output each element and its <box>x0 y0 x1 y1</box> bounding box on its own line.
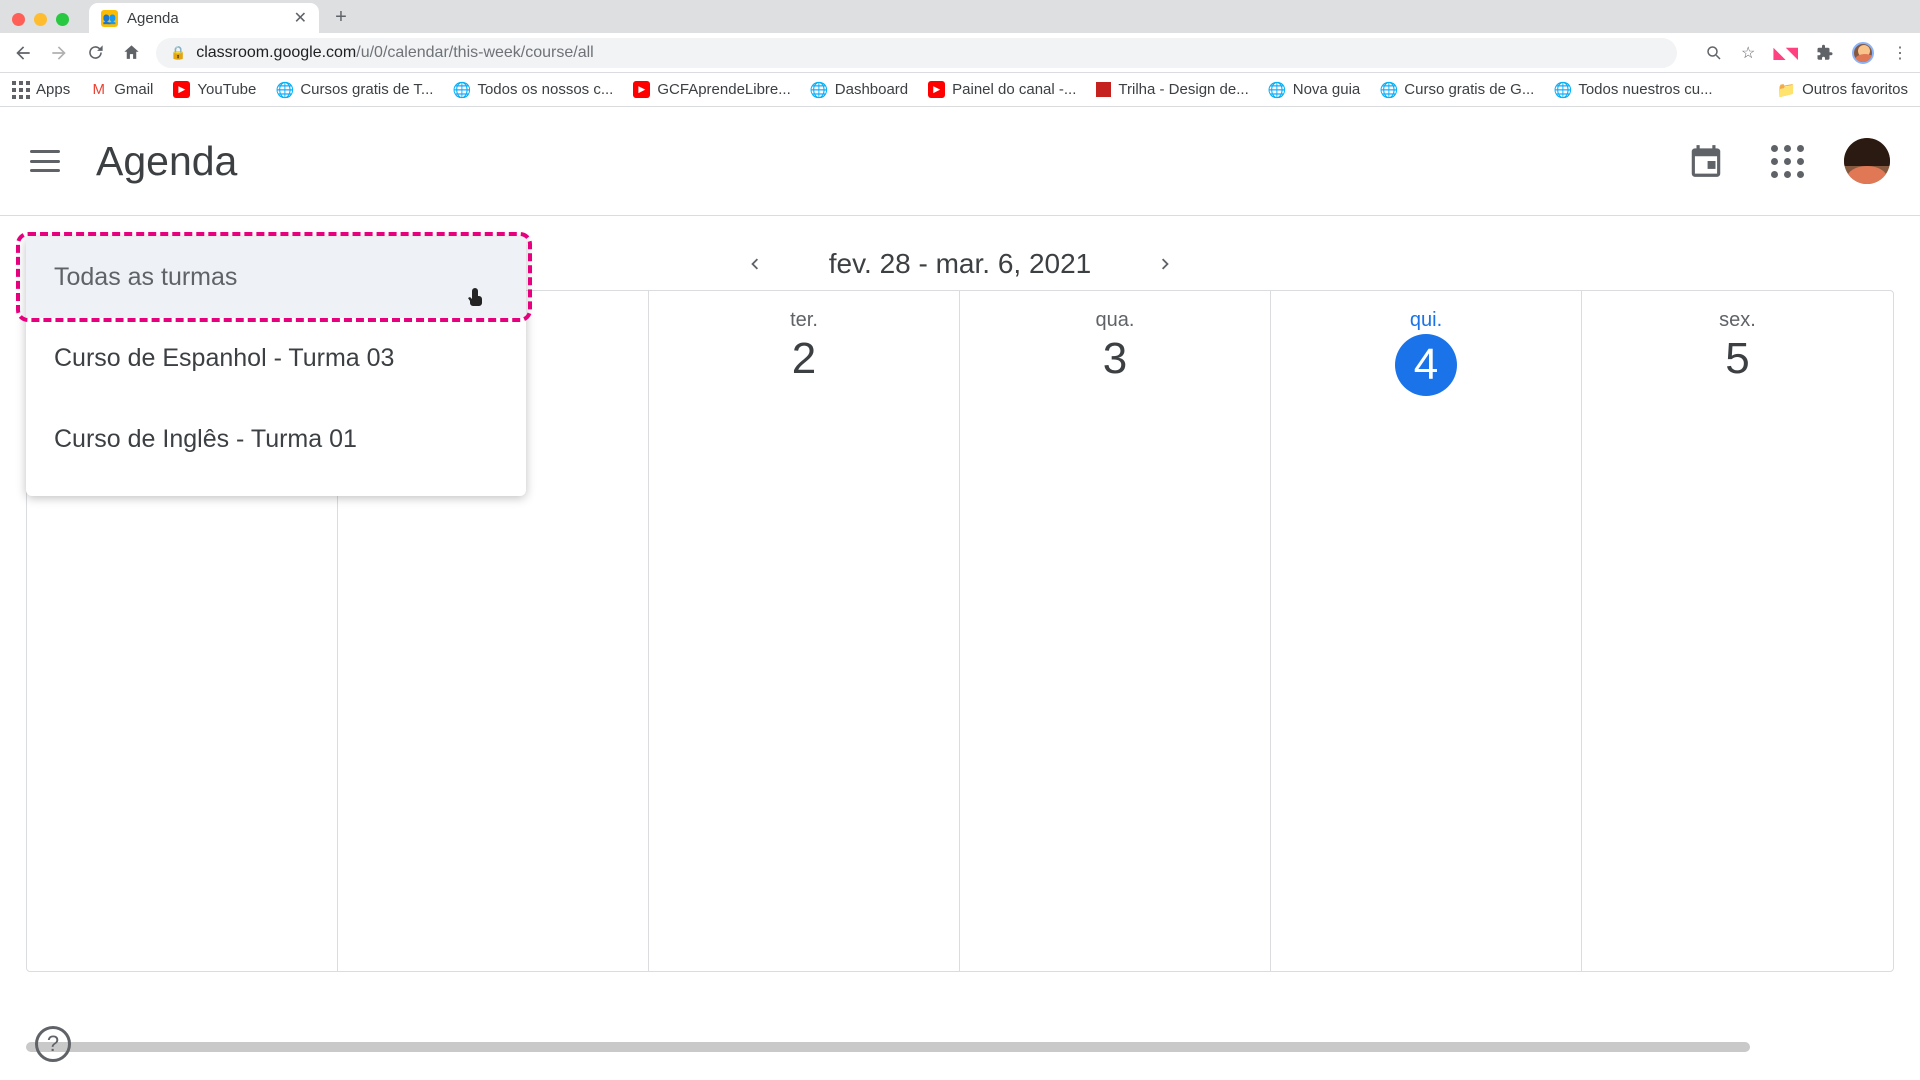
bookmark-gmail[interactable]: MGmail <box>90 81 153 98</box>
dropdown-item-all-classes[interactable]: Todas as turmas <box>26 237 526 318</box>
tab-title: Agenda <box>127 10 179 27</box>
bookmark-item-2[interactable]: 🌐Cursos gratis de T... <box>276 81 433 98</box>
help-button[interactable]: ? <box>35 1026 71 1062</box>
bookmark-item-9[interactable]: 🌐Curso gratis de G... <box>1380 81 1534 98</box>
folder-icon: 📁 <box>1778 81 1795 98</box>
next-week-button[interactable] <box>1151 249 1181 279</box>
bookmark-item-6[interactable]: ▶Painel do canal -... <box>928 81 1076 98</box>
tab-close-icon[interactable]: ✕ <box>294 8 307 28</box>
calendar-today-icon[interactable] <box>1687 142 1725 180</box>
bookmark-item-5[interactable]: 🌐Dashboard <box>811 81 908 98</box>
profile-avatar-small[interactable] <box>1852 42 1874 64</box>
page-title: Agenda <box>96 138 237 185</box>
bookmarks-bar: Apps MGmail ▶YouTube 🌐Cursos gratis de T… <box>0 73 1920 107</box>
bookmark-item-8[interactable]: 🌐Nova guia <box>1269 81 1361 98</box>
extension-icon[interactable]: ◣◥ <box>1773 43 1798 63</box>
bookmark-item-4[interactable]: ▶GCFAprendeLibre... <box>633 81 790 98</box>
chrome-menu-icon[interactable]: ⋮ <box>1892 43 1908 63</box>
globe-icon: 🌐 <box>453 81 470 98</box>
site-icon <box>1096 82 1111 97</box>
day-of-week: qua. <box>960 309 1270 332</box>
mac-window-controls[interactable] <box>12 13 69 33</box>
app-header: Agenda <box>0 107 1920 216</box>
forward-button[interactable] <box>48 42 70 64</box>
apps-grid-icon <box>12 81 29 98</box>
bookmark-youtube[interactable]: ▶YouTube <box>173 81 256 98</box>
date-range-label: fev. 28 - mar. 6, 2021 <box>829 248 1092 280</box>
address-bar[interactable]: 🔒 classroom.google.com/u/0/calendar/this… <box>156 38 1677 68</box>
browser-chrome: 👥 Agenda ✕ + 🔒 classroom.google.com/u/0/… <box>0 0 1920 107</box>
url-domain: classroom.google.com <box>196 44 356 61</box>
globe-icon: 🌐 <box>811 81 828 98</box>
bookmark-star-icon[interactable]: ☆ <box>1741 43 1755 63</box>
calendar-col-qua: qua. 3 <box>960 291 1271 971</box>
day-of-week: ter. <box>649 309 959 332</box>
home-button[interactable] <box>120 42 142 64</box>
scrollbar-thumb[interactable] <box>26 1042 1750 1052</box>
calendar-col-qui: qui. 4 <box>1271 291 1582 971</box>
day-of-week: sex. <box>1582 309 1893 332</box>
lock-icon: 🔒 <box>170 45 186 61</box>
main-menu-button[interactable] <box>30 150 60 172</box>
youtube-icon: ▶ <box>633 81 650 98</box>
day-number-today: 4 <box>1395 334 1457 396</box>
mac-close-icon[interactable] <box>12 13 25 26</box>
mac-zoom-icon[interactable] <box>56 13 69 26</box>
toolbar-right-icons: ☆ ◣◥ ⋮ <box>1705 42 1908 64</box>
new-tab-button[interactable]: + <box>327 3 355 31</box>
gmail-icon: M <box>90 81 107 98</box>
calendar-col-ter: ter. 2 <box>649 291 960 971</box>
globe-icon: 🌐 <box>1380 81 1397 98</box>
browser-toolbar: 🔒 classroom.google.com/u/0/calendar/this… <box>0 33 1920 73</box>
tab-favicon-icon: 👥 <box>101 10 118 27</box>
day-number: 5 <box>1582 334 1893 384</box>
bookmark-apps[interactable]: Apps <box>12 81 70 98</box>
youtube-icon: ▶ <box>173 81 190 98</box>
tab-strip: 👥 Agenda ✕ + <box>0 0 1920 33</box>
horizontal-scrollbar[interactable] <box>26 1042 1750 1052</box>
extensions-puzzle-icon[interactable] <box>1816 44 1834 62</box>
back-button[interactable] <box>12 42 34 64</box>
dropdown-item-class[interactable]: Curso de Inglês - Turma 01 <box>26 399 526 480</box>
reload-button[interactable] <box>84 42 106 64</box>
browser-tab-active[interactable]: 👥 Agenda ✕ <box>89 3 319 33</box>
class-filter-dropdown[interactable]: Todas as turmas Curso de Espanhol - Turm… <box>26 237 526 496</box>
mac-minimize-icon[interactable] <box>34 13 47 26</box>
url-path: /u/0/calendar/this-week/course/all <box>356 44 593 61</box>
globe-icon: 🌐 <box>1269 81 1286 98</box>
google-apps-icon[interactable] <box>1771 145 1804 178</box>
account-avatar[interactable] <box>1844 138 1890 184</box>
dropdown-item-class[interactable]: Curso de Espanhol - Turma 03 <box>26 318 526 399</box>
day-of-week: qui. <box>1271 309 1581 332</box>
day-number: 3 <box>960 334 1270 384</box>
bookmark-item-7[interactable]: Trilha - Design de... <box>1096 81 1248 98</box>
day-number: 2 <box>649 334 959 384</box>
bookmark-item-3[interactable]: 🌐Todos os nossos c... <box>453 81 613 98</box>
globe-icon: 🌐 <box>276 81 293 98</box>
help-icon: ? <box>47 1031 59 1057</box>
prev-week-button[interactable] <box>739 249 769 279</box>
youtube-icon: ▶ <box>928 81 945 98</box>
other-bookmarks[interactable]: 📁Outros favoritos <box>1778 81 1908 98</box>
bookmark-item-10[interactable]: 🌐Todos nuestros cu... <box>1554 81 1712 98</box>
zoom-icon[interactable] <box>1705 44 1723 62</box>
calendar-col-sex: sex. 5 <box>1582 291 1893 971</box>
globe-icon: 🌐 <box>1554 81 1571 98</box>
